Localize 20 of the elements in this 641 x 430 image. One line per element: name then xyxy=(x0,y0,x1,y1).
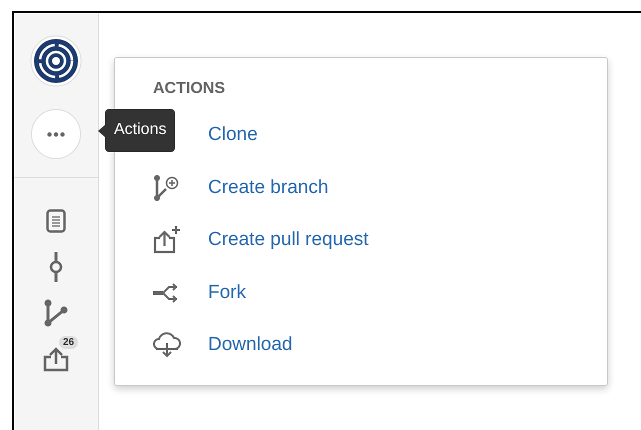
upload-icon xyxy=(43,346,69,372)
menu-link[interactable]: Create pull request xyxy=(208,229,369,252)
cloud-download-icon xyxy=(153,332,181,358)
menu-link[interactable]: Clone xyxy=(208,124,258,146)
document-icon xyxy=(46,209,66,233)
menu-link[interactable]: Fork xyxy=(208,282,246,304)
count-badge: 26 xyxy=(59,336,78,349)
branch-icon xyxy=(44,299,68,327)
tooltip: Actions xyxy=(105,109,176,152)
logo-icon[interactable] xyxy=(30,35,82,87)
ellipsis-icon xyxy=(47,132,65,136)
upload-plus-icon xyxy=(153,226,181,254)
sidebar-nav-button[interactable] xyxy=(43,346,69,372)
sidebar-nav-button[interactable] xyxy=(43,300,69,326)
menu-heading: ACTIONS xyxy=(153,80,226,98)
fork-icon xyxy=(153,282,179,303)
menu-link[interactable]: Download xyxy=(208,334,292,356)
commit-icon xyxy=(49,252,63,282)
branch-plus-icon xyxy=(153,174,179,202)
menu-link[interactable]: Create branch xyxy=(208,176,328,199)
